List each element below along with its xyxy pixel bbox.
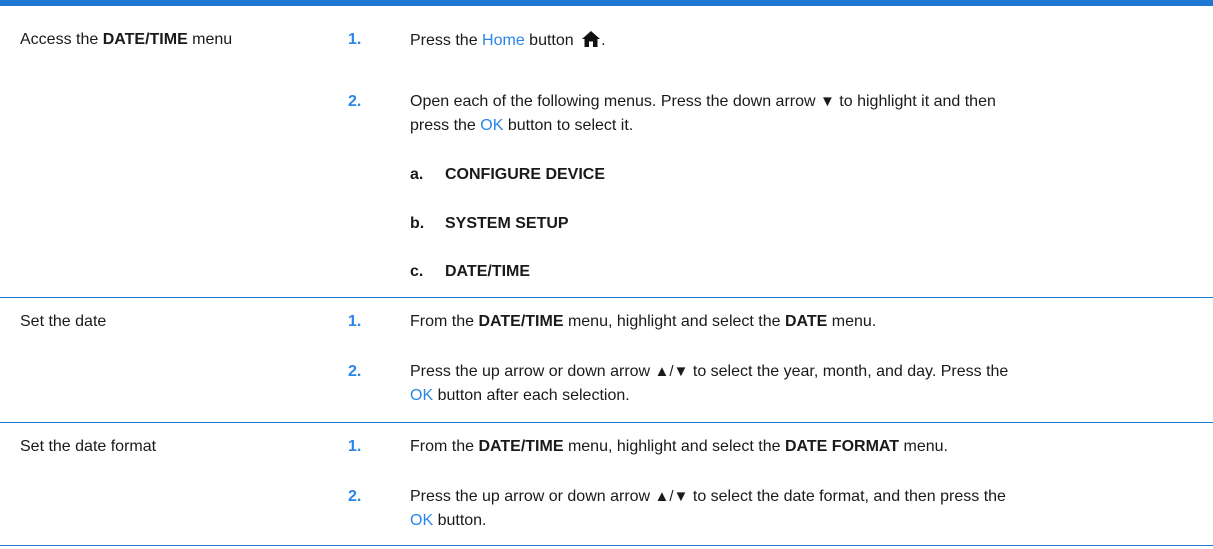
home-button-link[interactable]: Home: [482, 32, 525, 49]
ok-button-link[interactable]: OK: [410, 512, 433, 529]
menu-configure-device: CONFIGURE DEVICE: [445, 166, 606, 183]
step-text: Press the Home button .: [410, 31, 606, 49]
row-action-set-date: Set the date: [20, 313, 107, 330]
step-number: 2.: [348, 93, 362, 110]
step-text-continued: OK button after each selection.: [410, 387, 630, 404]
table-bottom-rule: [0, 545, 1213, 546]
row-action-set-date-format: Set the date format: [20, 438, 157, 455]
step-number: 1.: [348, 438, 362, 455]
step-text: Press the up arrow or down arrow ▲/▼ to …: [410, 488, 1006, 505]
row-divider: [0, 297, 1213, 298]
step-text: Open each of the following menus. Press …: [410, 93, 996, 110]
row-divider: [0, 422, 1213, 423]
step-number: 2.: [348, 488, 362, 505]
step-text-continued: press the OK button to select it.: [410, 117, 634, 134]
ok-button-link[interactable]: OK: [410, 387, 433, 404]
row-action-access-datetime: Access the DATE/TIME menu: [20, 31, 233, 48]
menu-system-setup: SYSTEM SETUP: [445, 215, 569, 232]
step-number: 1.: [348, 313, 362, 330]
substep-letter: a.: [410, 166, 424, 183]
table-top-rule: [0, 0, 1213, 6]
up-down-arrow-icon: ▲/▼: [654, 363, 689, 380]
step-text: From the DATE/TIME menu, highlight and s…: [410, 313, 877, 330]
up-down-arrow-icon: ▲/▼: [654, 488, 689, 505]
step-number: 2.: [348, 363, 362, 380]
substep-letter: c.: [410, 263, 424, 280]
substep-letter: b.: [410, 215, 425, 232]
home-icon: [582, 31, 601, 47]
step-text: Press the up arrow or down arrow ▲/▼ to …: [410, 363, 1009, 380]
step-text-continued: OK button.: [410, 512, 487, 529]
step-text: From the DATE/TIME menu, highlight and s…: [410, 438, 948, 455]
menu-date-time: DATE/TIME: [445, 263, 531, 280]
down-arrow-icon: ▼: [820, 93, 835, 110]
ok-button-link[interactable]: OK: [480, 117, 503, 134]
step-number: 1.: [348, 31, 362, 48]
